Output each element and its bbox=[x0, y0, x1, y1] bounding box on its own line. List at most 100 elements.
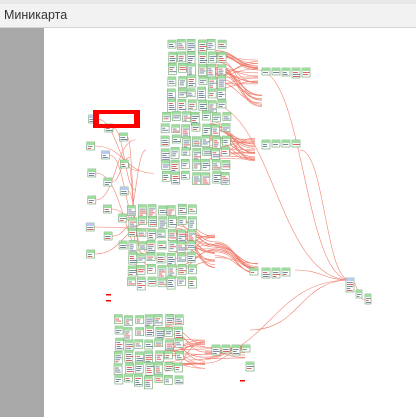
graph-node bbox=[192, 148, 202, 161]
graph-node bbox=[212, 136, 221, 149]
graph-node bbox=[181, 170, 190, 180]
graph-node bbox=[103, 204, 112, 214]
graph-node bbox=[174, 314, 184, 326]
graph-node bbox=[186, 39, 196, 52]
graph-node bbox=[177, 216, 187, 225]
graph-node bbox=[198, 51, 208, 66]
graph-node bbox=[186, 51, 196, 65]
graph-node bbox=[167, 98, 177, 113]
graph-node bbox=[168, 51, 178, 63]
graph-node bbox=[188, 216, 197, 231]
graph-node bbox=[176, 241, 186, 253]
graph-node bbox=[114, 374, 124, 385]
graph-node bbox=[207, 88, 217, 99]
graph-node bbox=[170, 147, 180, 159]
graph-node bbox=[271, 67, 281, 76]
graph-node bbox=[202, 123, 212, 136]
graph-node bbox=[87, 168, 97, 178]
graph-node bbox=[198, 39, 207, 54]
graph-node bbox=[156, 252, 166, 264]
graph-node bbox=[164, 375, 173, 385]
graph-node bbox=[161, 160, 171, 170]
graph-node bbox=[113, 363, 123, 375]
graph-node bbox=[144, 375, 153, 390]
graph-node bbox=[174, 338, 184, 348]
graph-node bbox=[222, 112, 232, 121]
graph-node bbox=[114, 325, 124, 335]
marker bbox=[106, 294, 111, 296]
graph-node bbox=[165, 339, 175, 351]
graph-node bbox=[146, 252, 156, 261]
graph-node bbox=[118, 240, 128, 250]
graph-node bbox=[113, 314, 123, 324]
graph-node bbox=[123, 327, 133, 341]
graph-node bbox=[86, 249, 95, 259]
graph-node bbox=[101, 150, 110, 160]
graph-node bbox=[174, 326, 183, 340]
graph-node bbox=[191, 122, 201, 132]
graph-node bbox=[170, 159, 180, 173]
minimap-canvas[interactable] bbox=[44, 28, 416, 417]
graph-node bbox=[217, 75, 227, 89]
connector-line bbox=[249, 279, 351, 331]
graph-node bbox=[178, 203, 187, 215]
graph-node bbox=[261, 267, 271, 279]
graph-node bbox=[145, 361, 155, 376]
graph-node bbox=[174, 362, 183, 373]
graph-node bbox=[164, 350, 173, 360]
graph-node bbox=[160, 148, 170, 162]
graph-node bbox=[124, 373, 133, 383]
connector-line bbox=[299, 149, 351, 281]
graph-node bbox=[164, 327, 174, 337]
graph-node bbox=[355, 289, 363, 299]
graph-node bbox=[160, 135, 170, 147]
graph-node bbox=[145, 325, 154, 337]
graph-node bbox=[166, 275, 176, 290]
graph-node bbox=[160, 123, 170, 134]
graph-node bbox=[124, 315, 133, 326]
graph-node bbox=[206, 39, 216, 50]
graph-node bbox=[157, 240, 167, 250]
graph-node bbox=[120, 159, 129, 169]
graph-node bbox=[217, 64, 227, 76]
graph-node bbox=[291, 139, 301, 148]
graph-node bbox=[217, 51, 227, 63]
connector-line bbox=[214, 250, 259, 270]
graph-node bbox=[241, 344, 251, 353]
graph-node bbox=[271, 139, 281, 148]
graph-node bbox=[221, 160, 231, 170]
graph-node bbox=[168, 240, 178, 252]
graph-node bbox=[178, 62, 187, 73]
graph-node bbox=[192, 172, 201, 185]
graph-node bbox=[197, 86, 206, 101]
graph-node bbox=[176, 39, 186, 50]
graph-node bbox=[220, 146, 230, 157]
graph-node bbox=[135, 351, 144, 363]
graph-node bbox=[171, 171, 180, 185]
graph-node bbox=[167, 264, 177, 278]
graph-overview[interactable] bbox=[44, 28, 416, 417]
minimap-viewport[interactable] bbox=[0, 28, 416, 417]
graph-node bbox=[158, 216, 168, 229]
graph-node bbox=[168, 215, 177, 228]
graph-node bbox=[162, 112, 171, 122]
graph-node bbox=[85, 222, 95, 232]
graph-node bbox=[168, 63, 177, 75]
graph-node bbox=[345, 277, 355, 293]
graph-node bbox=[187, 63, 196, 76]
graph-node bbox=[217, 39, 227, 49]
graph-node bbox=[136, 253, 146, 263]
graph-node bbox=[136, 265, 146, 275]
minimap-title: Миникарта bbox=[4, 8, 68, 22]
graph-node bbox=[157, 277, 167, 288]
graph-node bbox=[128, 227, 137, 237]
graph-node bbox=[147, 263, 156, 274]
graph-node bbox=[187, 74, 197, 88]
graph-node bbox=[177, 229, 186, 244]
graph-node bbox=[127, 265, 137, 277]
graph-node bbox=[217, 87, 226, 100]
graph-node bbox=[186, 88, 196, 98]
graph-node bbox=[212, 170, 222, 184]
selection-markers bbox=[93, 110, 140, 128]
graph-node bbox=[155, 350, 164, 363]
